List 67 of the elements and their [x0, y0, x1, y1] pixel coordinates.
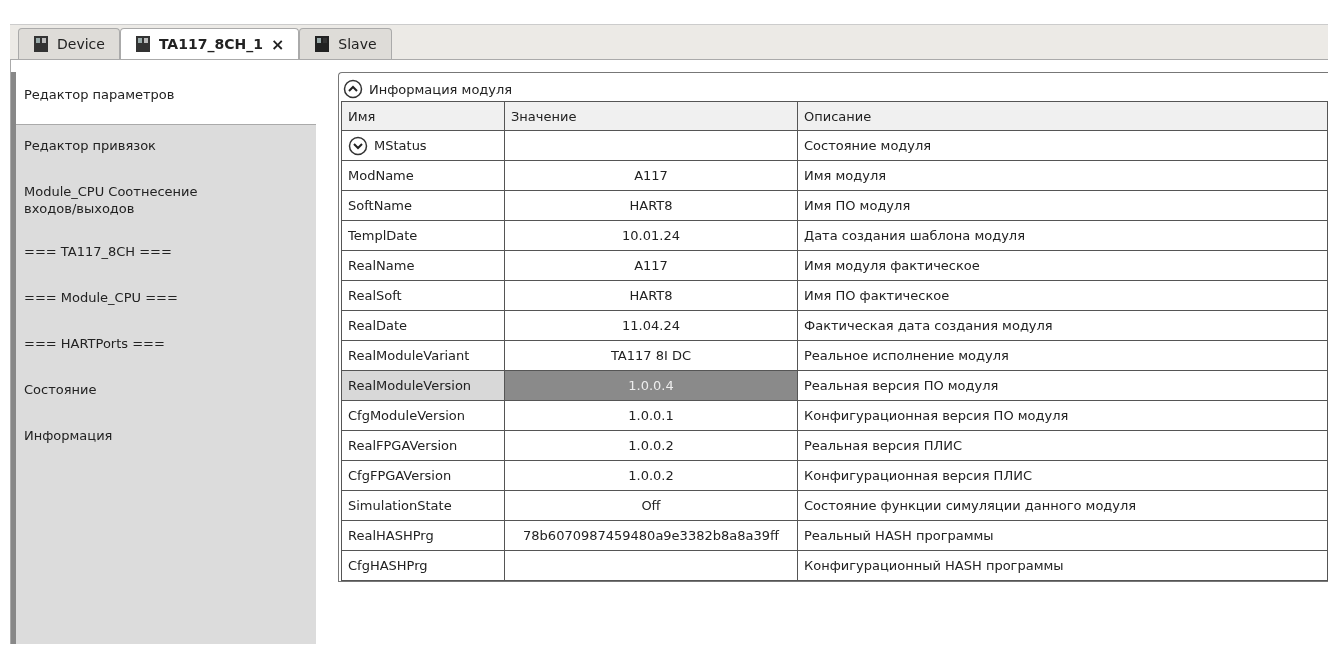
editor-tab[interactable]: TA117_8CH_1 ×: [119, 28, 300, 59]
section-title: Информация модуля: [369, 81, 513, 97]
table-cell: RealHASHPrg: [341, 520, 505, 551]
table-cell: Фактическая дата создания модуля: [797, 310, 1328, 341]
sidebar-item[interactable]: Состояние: [16, 369, 312, 415]
sidebar-item[interactable]: === TA117_8CH ===: [16, 231, 312, 277]
table-cell: Конфигурационная версия ПЛИС: [797, 460, 1328, 491]
editor-tab[interactable]: Device: [18, 28, 120, 59]
table-cell: Реальная версия ПО модуля: [797, 370, 1328, 401]
table-cell: 1.0.0.1: [504, 400, 798, 431]
editor-tab[interactable]: Slave: [299, 28, 392, 59]
table-cell: Реальная версия ПЛИС: [797, 430, 1328, 461]
column-header: Описание: [797, 101, 1328, 131]
table-cell: CfgHASHPrg: [341, 550, 505, 581]
table-cell: Состояние модуля: [797, 130, 1328, 161]
table-cell: Имя ПО модуля: [797, 190, 1328, 221]
table-cell: 78b6070987459480a9e3382b8a8a39ff: [504, 520, 798, 551]
expand-icon[interactable]: [348, 135, 368, 156]
table-cell: Имя ПО фактическое: [797, 280, 1328, 311]
table-cell: 1.0.0.2: [504, 430, 798, 461]
table-cell: A117: [504, 160, 798, 191]
tab-label: Device: [57, 36, 105, 52]
table-cell: Состояние функции симуляции данного модуля: [797, 490, 1328, 521]
table-cell: Конфигурационная версия ПО модуля: [797, 400, 1328, 431]
table-cell: SimulationState: [341, 490, 505, 521]
table-cell: 1.0.0.2: [504, 460, 798, 491]
table-cell: TemplDate: [341, 220, 505, 251]
table-cell: 1.0.0.4: [504, 370, 798, 401]
tab-label: TA117_8CH_1: [158, 36, 263, 52]
column-header: Значение: [504, 101, 798, 131]
table-cell: HART8: [504, 280, 798, 311]
table-cell: RealFPGAVersion: [341, 430, 505, 461]
sidebar-item[interactable]: === Module_CPU ===: [16, 277, 312, 323]
collapse-icon[interactable]: [343, 79, 363, 99]
close-icon[interactable]: ×: [270, 34, 285, 54]
table-cell: A117: [504, 250, 798, 281]
table-cell: SoftName: [341, 190, 505, 221]
table-cell: Имя модуля: [797, 160, 1328, 191]
table-cell: Дата создания шаблона модуля: [797, 220, 1328, 251]
table-cell: RealModuleVersion: [341, 370, 505, 401]
table-cell: ModName: [341, 160, 505, 191]
sidebar-item[interactable]: Информация: [16, 415, 312, 461]
table-cell: HART8: [504, 190, 798, 221]
device-icon: [134, 35, 151, 53]
sidebar-item[interactable]: Редактор привязок: [16, 125, 312, 171]
table-cell: 11.04.24: [504, 310, 798, 341]
table-cell: Конфигурационный HASH программы: [797, 550, 1328, 581]
sidebar-item[interactable]: Module_CPU Соотнесение входов/выходов: [16, 171, 312, 231]
table-cell: Реальное исполнение модуля: [797, 340, 1328, 371]
table-cell: TA117 8I DC: [504, 340, 798, 371]
device-icon: [314, 35, 331, 53]
table-cell: Реальный HASH программы: [797, 520, 1328, 551]
device-icon: [33, 35, 49, 53]
row-name: MStatus: [374, 138, 427, 153]
sidebar-item[interactable]: === HARTPorts ===: [16, 323, 312, 369]
column-header: Имя: [341, 101, 505, 131]
table-cell: CfgFPGAVersion: [341, 460, 505, 491]
table-cell: CfgModuleVersion: [341, 400, 505, 431]
table-cell: RealDate: [341, 310, 505, 341]
table-cell: 10.01.24: [504, 220, 798, 251]
table-cell: Имя модуля фактическое: [797, 250, 1328, 281]
table-cell: RealSoft: [341, 280, 505, 311]
table-cell: RealName: [341, 250, 505, 281]
tab-label: Slave: [338, 36, 377, 52]
table-cell: RealModuleVariant: [341, 340, 505, 371]
sidebar-item[interactable]: Редактор параметров: [16, 72, 316, 125]
table-cell: Off: [504, 490, 798, 521]
